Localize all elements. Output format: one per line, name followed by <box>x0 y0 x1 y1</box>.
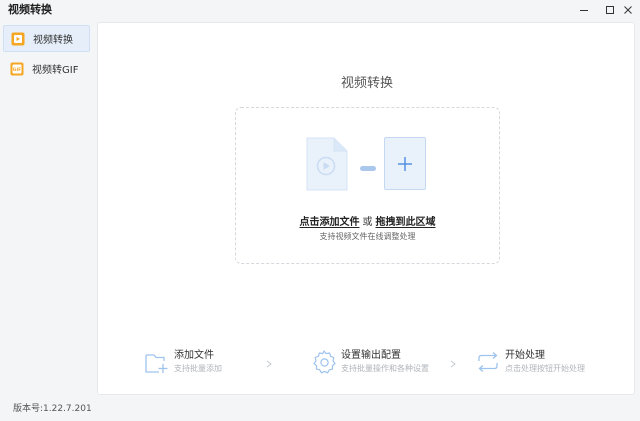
plus-icon <box>398 156 412 171</box>
step-add-file: 添加文件 支持批量添加 <box>144 349 222 375</box>
version-label: 版本号:1.22.7.201 <box>13 404 92 414</box>
sidebar-item-video-to-gif[interactable]: GIF 视频转GIF <box>3 55 90 82</box>
app-title: 视频转换 <box>8 3 52 16</box>
settings-gear-icon <box>313 350 336 374</box>
page-title: 视频转换 <box>340 76 393 91</box>
step-output-settings: 设置输出配置 支持批量操作和各种设置 <box>311 349 429 375</box>
video-file-icon <box>306 137 348 191</box>
sidebar-item-label: 视频转换 <box>33 35 73 46</box>
sidebar-item-label: 视频转GIF <box>32 65 79 76</box>
or-text: 或 <box>362 217 373 228</box>
chevron-right-icon <box>266 360 272 368</box>
maximize-button[interactable] <box>601 1 619 19</box>
maximize-icon <box>606 6 614 14</box>
minimize-icon <box>580 10 588 11</box>
step-subtitle: 支持批量添加 <box>174 364 222 373</box>
add-file-icon <box>145 354 168 373</box>
main-panel: 视频转换 点击添加文件或拖拽到此区域 支持视频文件在线调整处理 添加文件 支持批… <box>97 22 635 395</box>
minimize-button[interactable] <box>575 1 593 19</box>
sidebar: 视频转换 GIF 视频转GIF <box>0 20 96 396</box>
gif-icon: GIF <box>10 62 24 75</box>
dropzone-instruction: 点击添加文件或拖拽到此区域 <box>236 216 499 229</box>
title-bar: 视频转换 <box>0 0 640 20</box>
start-process-icon <box>478 352 498 372</box>
step-title: 开始处理 <box>505 350 545 361</box>
connector-bar <box>360 166 376 171</box>
step-title: 设置输出配置 <box>341 350 401 361</box>
close-icon <box>624 6 632 14</box>
add-file-link[interactable]: 点击添加文件 <box>300 217 360 228</box>
dropzone-hint: 支持视频文件在线调整处理 <box>319 232 416 241</box>
file-dropzone[interactable]: 点击添加文件或拖拽到此区域 支持视频文件在线调整处理 <box>235 107 500 264</box>
step-title: 添加文件 <box>174 350 214 361</box>
add-file-box[interactable] <box>384 137 426 190</box>
video-convert-icon <box>11 32 25 45</box>
step-subtitle: 点击处理按钮开始处理 <box>505 364 585 373</box>
chevron-right-icon <box>450 360 456 368</box>
drag-here-link[interactable]: 拖拽到此区域 <box>376 217 436 228</box>
svg-text:GIF: GIF <box>13 67 21 73</box>
sidebar-item-video-convert[interactable]: 视频转换 <box>3 25 90 52</box>
step-subtitle: 支持批量操作和各种设置 <box>341 364 429 373</box>
step-start-processing: 开始处理 点击处理按钮开始处理 <box>475 349 585 375</box>
close-button[interactable] <box>619 1 637 19</box>
